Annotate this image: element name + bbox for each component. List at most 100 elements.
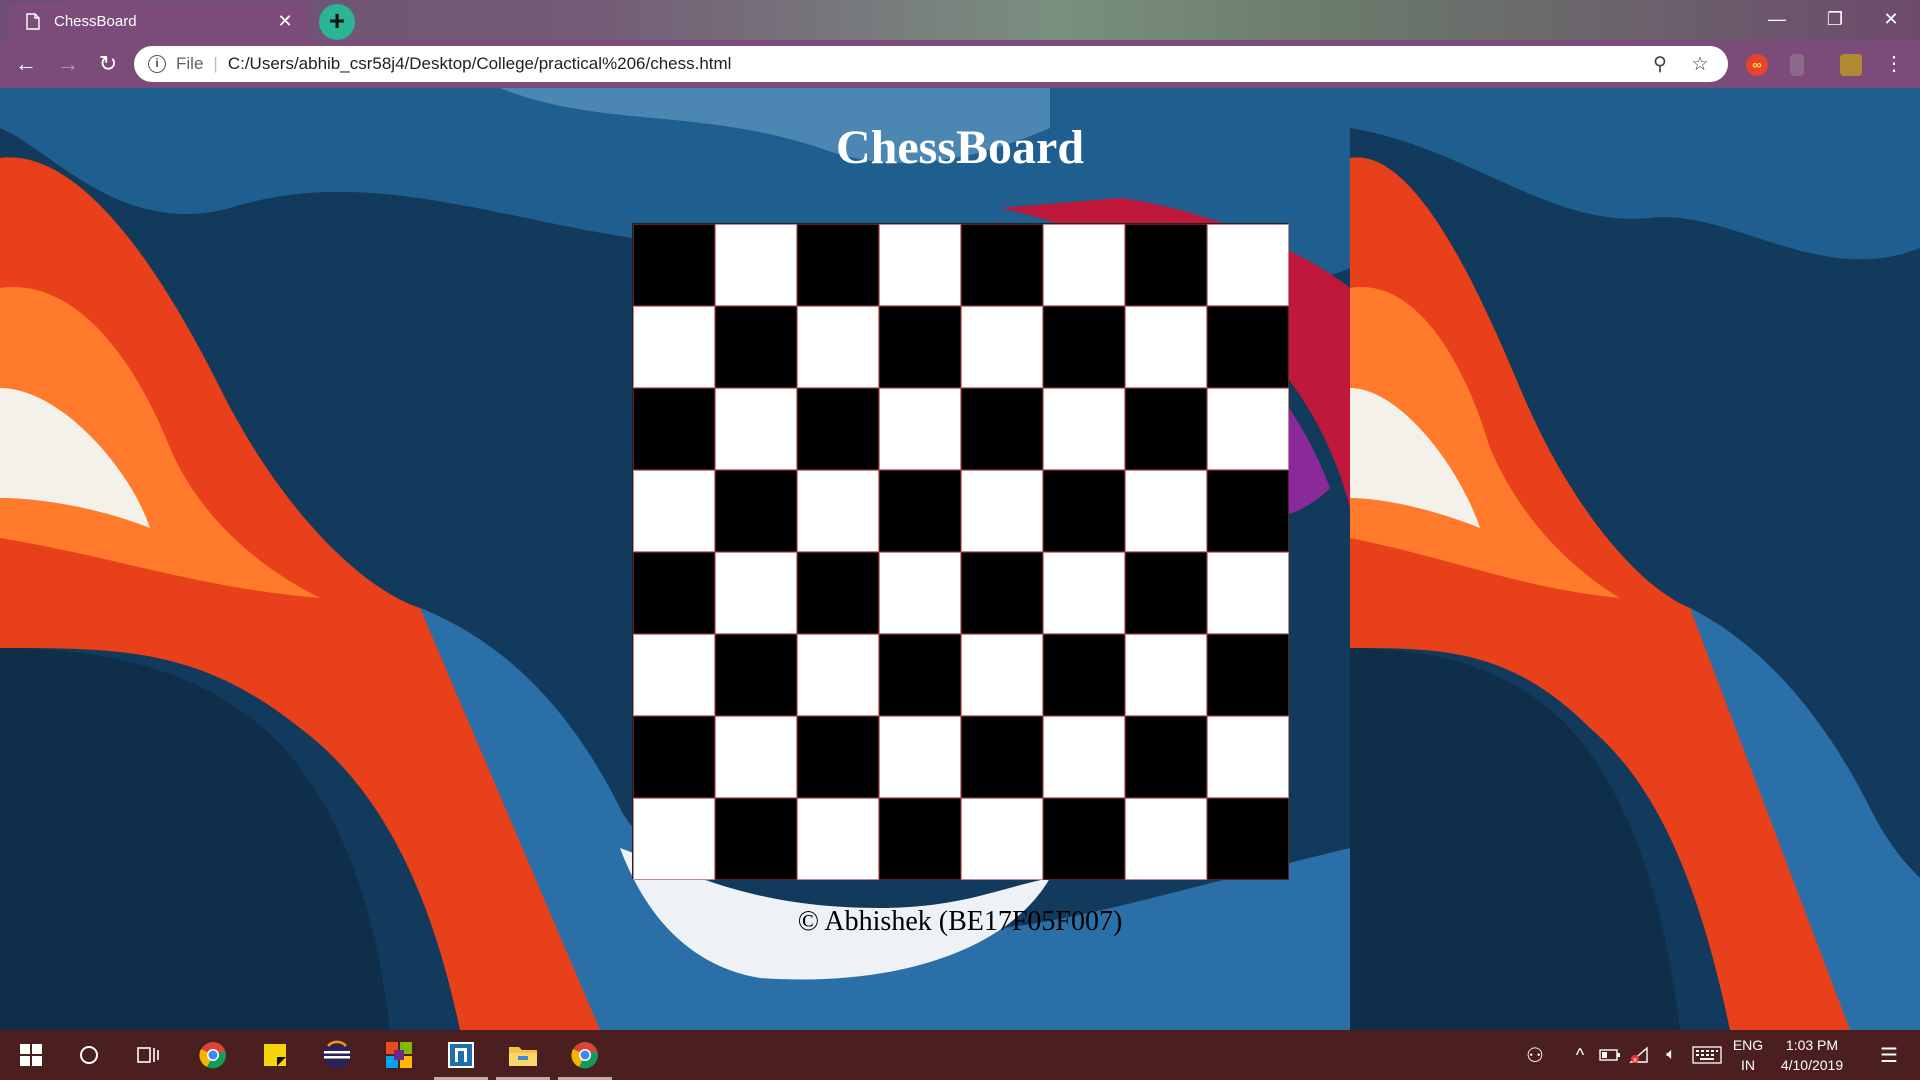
code-editor-icon[interactable] [430,1030,492,1080]
board-square-black [797,552,879,634]
browser-menu-icon[interactable]: ⋮ [1874,44,1914,84]
board-square-black [633,388,715,470]
board-square-white [1125,634,1207,716]
board-square-black [879,470,961,552]
board-square-black [961,388,1043,470]
board-square-black [633,552,715,634]
sticky-notes-icon[interactable] [244,1030,306,1080]
zoom-icon[interactable]: ⚲ [1646,53,1674,76]
board-square-black [1125,224,1207,306]
board-square-black [1125,388,1207,470]
keyboard-icon[interactable] [1690,1030,1724,1080]
page-title: ChessBoard [835,121,1085,174]
eclipse-icon[interactable] [306,1030,368,1080]
board-square-black [1043,798,1125,880]
board-square-white [1043,552,1125,634]
copyright-text: © Abhishek (BE17F05F007) [797,906,1123,937]
board-square-white [1043,716,1125,798]
scheme-label: File [176,54,204,73]
board-square-black [1207,306,1289,388]
reload-button[interactable]: ↻ [88,44,128,84]
board-square-white [715,716,797,798]
chrome-icon[interactable] [182,1030,244,1080]
extension-grid-icon[interactable] [1840,54,1862,76]
board-square-white [797,634,879,716]
address-separator: | [213,54,218,73]
task-view-icon[interactable] [118,1030,180,1080]
search-circle-icon[interactable] [58,1030,120,1080]
board-square-white [879,388,961,470]
board-square-black [1125,552,1207,634]
board-square-black [1207,634,1289,716]
clock-time: 1:03 PM [1785,1037,1839,1053]
bookmark-star-icon[interactable]: ☆ [1686,53,1714,76]
forward-button[interactable]: → [48,44,88,84]
board-square-white [797,798,879,880]
restore-button[interactable]: ❐ [1806,0,1864,40]
clock-date: 4/10/2019 [1780,1057,1844,1073]
back-button[interactable]: ← [6,44,46,84]
board-square-white [797,306,879,388]
network-icon[interactable]: x [1626,1030,1654,1080]
language-indicator[interactable]: ENG IN [1728,1030,1768,1080]
board-square-white [1207,224,1289,306]
board-square-white [1207,388,1289,470]
board-square-white [715,388,797,470]
windows-taskbar: ⚇ ^ x 🔈︎ ENG IN 1:03 PM 4/10/2019 ☰ [0,1030,1920,1080]
background-image-right [1350,88,1920,1030]
board-square-white [1207,552,1289,634]
url-text[interactable]: C:/Users/abhib_csr58j4/Desktop/College/p… [228,54,1634,74]
info-icon[interactable]: i [148,55,166,73]
board-square-black [797,388,879,470]
board-square-black [715,470,797,552]
tab-chessboard[interactable]: ChessBoard ✕ [8,2,308,40]
tray-chevron-icon[interactable]: ^ [1568,1030,1592,1080]
extension-bottle-icon[interactable] [1790,54,1804,76]
board-square-white [715,552,797,634]
board-square-white [1043,388,1125,470]
board-square-white [961,470,1043,552]
notifications-icon[interactable]: ☰ [1864,1030,1914,1080]
board-square-black [797,224,879,306]
board-square-white [879,224,961,306]
board-square-white [961,798,1043,880]
tab-close-icon[interactable]: ✕ [274,11,296,32]
page-icon [26,12,40,30]
file-explorer-icon[interactable] [492,1030,554,1080]
board-square-white [1125,470,1207,552]
minimize-button[interactable]: — [1748,0,1806,40]
board-square-black [879,798,961,880]
board-square-white [1043,224,1125,306]
board-square-black [715,306,797,388]
board-square-black [1043,470,1125,552]
chrome-active-icon[interactable] [554,1030,616,1080]
new-tab-button[interactable]: + [319,4,355,40]
window-close-button[interactable]: ✕ [1862,0,1920,40]
tab-title: ChessBoard [54,12,137,30]
address-bar[interactable]: i File | C:/Users/abhib_csr58j4/Desktop/… [134,46,1728,82]
extension-infinity-icon[interactable]: ∞ [1746,54,1768,76]
board-square-white [961,634,1043,716]
volume-icon[interactable]: 🔈︎ [1656,1030,1686,1080]
board-square-white [633,470,715,552]
chessboard [632,223,1289,880]
people-icon[interactable]: ⚇ [1520,1030,1550,1080]
board-square-white [879,552,961,634]
language-region: IN [1741,1057,1755,1073]
browser-toolbar: ← → ↻ i File | C:/Users/abhib_csr58j4/De… [0,40,1920,88]
board-square-black [879,634,961,716]
clock[interactable]: 1:03 PM 4/10/2019 [1772,1030,1852,1080]
board-square-black [961,716,1043,798]
board-square-white [1125,306,1207,388]
board-square-white [633,306,715,388]
board-square-black [715,634,797,716]
office-icon[interactable] [368,1030,430,1080]
board-square-white [633,798,715,880]
board-square-black [633,224,715,306]
board-square-black [961,224,1043,306]
battery-icon[interactable] [1596,1030,1624,1080]
board-square-black [1125,716,1207,798]
language-code: ENG [1732,1037,1764,1053]
board-square-white [715,224,797,306]
windows-logo-icon[interactable] [0,1030,62,1080]
